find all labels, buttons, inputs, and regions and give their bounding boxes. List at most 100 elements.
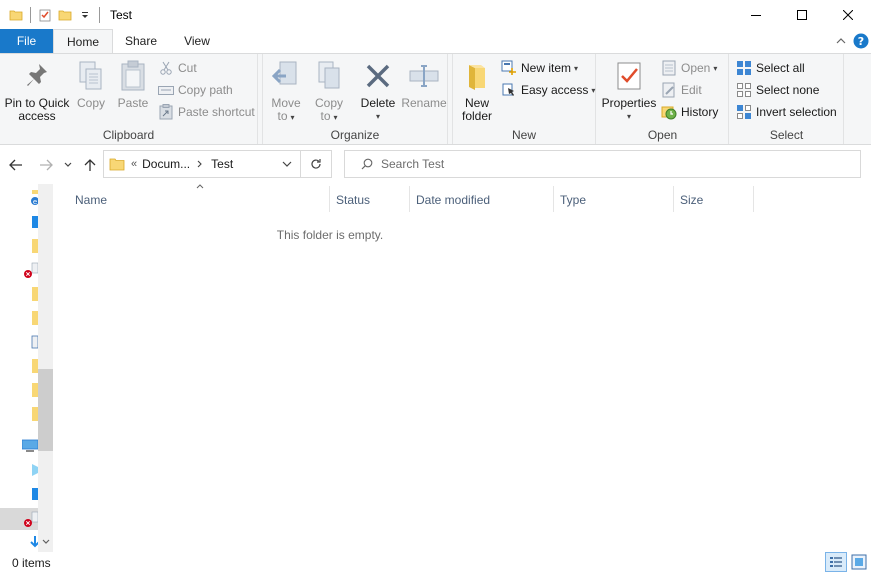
- ribbon-tabs: File Home Share View ?: [0, 29, 871, 54]
- chevron-down-icon[interactable]: [282, 161, 292, 167]
- document-error-icon[interactable]: [22, 262, 38, 278]
- properties-icon[interactable]: [35, 5, 55, 25]
- up-icon[interactable]: [80, 155, 100, 175]
- new-folder-icon[interactable]: [55, 5, 75, 25]
- blue-app-icon[interactable]: [22, 214, 38, 230]
- breadcrumb-documents[interactable]: Docum...: [142, 157, 190, 171]
- svg-text:e: e: [33, 198, 37, 206]
- help-icon[interactable]: ?: [852, 32, 870, 50]
- tab-share[interactable]: Share: [113, 29, 169, 53]
- empty-folder-text: This folder is empty.: [276, 228, 384, 242]
- cut-button[interactable]: Cut: [158, 58, 197, 78]
- nav-scrollbar-thumb[interactable]: [38, 369, 53, 451]
- paste-shortcut-button[interactable]: Paste shortcut: [158, 102, 255, 122]
- folder-icon[interactable]: [22, 286, 38, 302]
- details-view-icon[interactable]: [825, 552, 847, 572]
- column-header-type[interactable]: Type: [560, 186, 672, 214]
- new-item-button[interactable]: New item ▾: [501, 58, 578, 78]
- search-box[interactable]: Search Test: [344, 150, 861, 178]
- folder-icon: [6, 5, 26, 25]
- open-button[interactable]: Open ▾: [661, 58, 717, 78]
- column-divider[interactable]: [329, 186, 330, 212]
- select-all-button[interactable]: Select all: [736, 58, 805, 78]
- copy-button[interactable]: Copy: [72, 58, 110, 110]
- customize-qat-icon[interactable]: [75, 5, 95, 25]
- maximize-icon[interactable]: [779, 0, 825, 29]
- downloads-icon[interactable]: [22, 534, 38, 550]
- new-item-label: New item: [521, 61, 572, 75]
- delete-button[interactable]: Delete ▾: [357, 58, 399, 123]
- rename-button[interactable]: Rename: [401, 58, 447, 110]
- document-error-icon[interactable]: [22, 511, 38, 527]
- organize-group: Move to ▾ Copy to ▾ Delete ▾ Rename Orga…: [262, 54, 448, 144]
- pin-to-quick-access-button[interactable]: Pin to Quick access: [4, 58, 70, 123]
- new-folder-button[interactable]: New folder: [457, 58, 497, 123]
- edit-button[interactable]: Edit: [661, 80, 702, 100]
- copy-to-icon: [309, 58, 349, 94]
- desktop-icon[interactable]: [22, 486, 38, 502]
- dropdown-arrow-icon: ▾: [333, 113, 338, 122]
- folder-icon[interactable]: [22, 310, 38, 326]
- this-pc-icon[interactable]: [22, 438, 38, 454]
- tab-home[interactable]: Home: [53, 29, 113, 54]
- column-header-size[interactable]: Size: [680, 186, 752, 214]
- dropdown-arrow-icon: ▾: [626, 112, 631, 121]
- tab-view[interactable]: View: [169, 29, 225, 53]
- forward-icon[interactable]: [36, 155, 56, 175]
- back-icon[interactable]: [6, 155, 26, 175]
- history-button[interactable]: History: [661, 102, 718, 122]
- dropdown-arrow-icon: ▾: [713, 63, 718, 73]
- search-input[interactable]: Search Test: [381, 157, 444, 171]
- dropdown-arrow-icon: ▾: [574, 63, 579, 73]
- breadcrumb-test[interactable]: Test: [211, 157, 233, 171]
- large-icons-view-icon[interactable]: [848, 552, 870, 572]
- address-bar[interactable]: « Docum... Test: [103, 150, 301, 178]
- edge-icon[interactable]: e: [22, 190, 38, 206]
- minimize-icon[interactable]: [733, 0, 779, 29]
- column-divider[interactable]: [553, 186, 554, 212]
- column-divider[interactable]: [673, 186, 674, 212]
- delete-icon: [357, 58, 399, 94]
- select-all-icon: [736, 60, 752, 76]
- folder-icon[interactable]: [22, 406, 38, 422]
- paste-label: Paste: [117, 96, 149, 110]
- select-none-button[interactable]: Select none: [736, 80, 819, 100]
- file-list[interactable]: Name Status Date modified Type Size This…: [55, 184, 871, 552]
- 3d-objects-icon[interactable]: [22, 462, 38, 478]
- invert-selection-button[interactable]: Invert selection: [736, 102, 837, 122]
- nav-scrollbar-track[interactable]: [38, 184, 53, 552]
- new-folder-icon: [457, 58, 497, 94]
- open-icon: [661, 60, 677, 76]
- status-bar: 0 items: [0, 552, 871, 573]
- paste-button[interactable]: Paste: [112, 58, 154, 110]
- organize-group-label: Organize: [330, 128, 380, 142]
- column-header-date-modified[interactable]: Date modified: [416, 186, 552, 214]
- new-group: New folder New item ▾ Easy access ▾ New: [452, 54, 596, 144]
- move-to-button[interactable]: Move to ▾: [265, 58, 307, 124]
- close-icon[interactable]: [825, 0, 871, 29]
- recent-locations-icon[interactable]: [61, 155, 75, 175]
- copy-path-button[interactable]: Copy path: [158, 80, 233, 100]
- easy-access-button[interactable]: Easy access ▾: [501, 80, 595, 100]
- column-header-status[interactable]: Status: [336, 186, 408, 214]
- refresh-button[interactable]: [301, 150, 332, 178]
- chevron-right-icon[interactable]: [197, 160, 203, 168]
- column-divider[interactable]: [753, 186, 754, 212]
- image-icon[interactable]: [22, 334, 38, 350]
- folder-icon[interactable]: [22, 238, 38, 254]
- scroll-down-icon[interactable]: [38, 534, 53, 548]
- rename-icon: [401, 58, 447, 94]
- overflow-chevron[interactable]: «: [131, 158, 137, 170]
- folder-icon[interactable]: [22, 358, 38, 374]
- copy-to-button[interactable]: Copy to ▾: [309, 58, 349, 124]
- svg-text:?: ?: [858, 35, 864, 48]
- tab-file[interactable]: File: [0, 29, 53, 53]
- properties-button[interactable]: Properties ▾: [601, 58, 657, 123]
- column-divider[interactable]: [409, 186, 410, 212]
- ribbon: Pin to Quick access Copy Paste Cut Copy …: [0, 53, 871, 145]
- folder-icon[interactable]: [22, 382, 38, 398]
- empty-folder-message: This folder is empty.: [55, 228, 871, 242]
- collapse-ribbon-icon[interactable]: [832, 32, 850, 50]
- column-header-name[interactable]: Name: [75, 186, 327, 214]
- easy-access-icon: [501, 82, 517, 98]
